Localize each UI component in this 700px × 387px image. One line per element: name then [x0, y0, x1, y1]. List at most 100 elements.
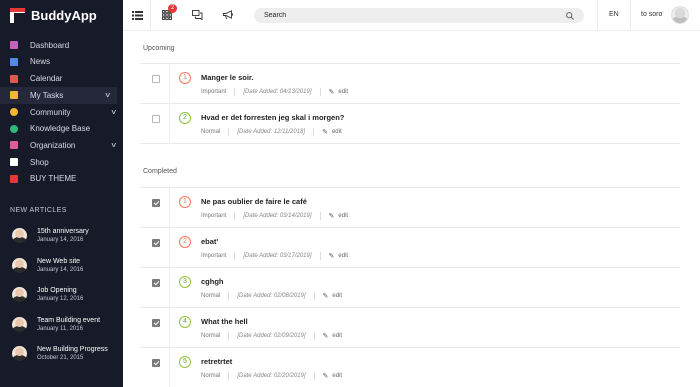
- chevron-down-icon[interactable]: v: [111, 142, 116, 149]
- pencil-icon: ✎: [328, 253, 335, 260]
- edit-link[interactable]: ✎ edit: [329, 212, 349, 220]
- task-checkbox[interactable]: [152, 359, 160, 367]
- task-title: Manger le soir.: [201, 73, 254, 82]
- edit-link[interactable]: ✎ edit: [329, 88, 349, 96]
- chevron-down-icon[interactable]: v: [105, 92, 110, 99]
- row-divider: [169, 348, 170, 387]
- task-row: 5 retretrtet Normal [Date Added: 02/20/2…: [140, 348, 680, 387]
- dashboard-icon: [10, 41, 18, 50]
- task-date: [Date Added: 02/09/2019]: [237, 333, 306, 339]
- menu-list-icon[interactable]: [131, 8, 143, 22]
- sidebar-item-knowledge-base[interactable]: Knowledge Base: [0, 120, 123, 137]
- meta-divider: [228, 332, 230, 340]
- meta-divider: [313, 292, 315, 300]
- task-priority: Normal: [201, 333, 221, 339]
- meta-divider: [234, 88, 236, 96]
- sidebar-item-dashboard[interactable]: Dashboard: [0, 37, 123, 54]
- article-item[interactable]: Job Opening January 12, 2016: [0, 280, 123, 310]
- meta-divider: [234, 212, 236, 220]
- row-divider: [169, 104, 170, 144]
- article-item[interactable]: New Building Progress October 21, 2015: [0, 339, 123, 369]
- meta-divider: [313, 372, 315, 380]
- search-box[interactable]: [254, 8, 584, 23]
- notification-badge: 2: [168, 4, 177, 13]
- task-checkbox[interactable]: [152, 279, 160, 287]
- user-name[interactable]: to soro: [641, 11, 662, 18]
- search-input[interactable]: [264, 12, 566, 19]
- task-number: 3: [179, 276, 191, 288]
- edit-link[interactable]: ✎ edit: [323, 332, 343, 340]
- avatar[interactable]: [671, 6, 689, 24]
- edit-link[interactable]: ✎ edit: [323, 292, 343, 300]
- new-articles-title: NEW ARTICLES: [10, 207, 67, 215]
- sidebar-item-community[interactable]: Community v: [0, 104, 123, 121]
- edit-label: edit: [332, 333, 343, 339]
- task-priority: Important: [201, 89, 227, 95]
- apps-grid-icon[interactable]: 2: [161, 4, 177, 22]
- pencil-icon: ✎: [322, 373, 329, 380]
- article-item[interactable]: 15th anniversary January 14, 2016: [0, 221, 123, 251]
- sidebar-item-buy-theme[interactable]: BUY THEME: [0, 171, 123, 188]
- knowledge-base-icon: [10, 124, 18, 133]
- article-title: Team Building event: [37, 316, 101, 324]
- article-title: Job Opening: [37, 287, 77, 295]
- edit-label: edit: [332, 373, 343, 379]
- edit-label: edit: [338, 253, 349, 259]
- task-title: Hvad er det forresten jeg skal i morgen?: [201, 113, 345, 122]
- language-selector[interactable]: EN: [609, 11, 619, 18]
- avatar: [12, 287, 27, 303]
- sidebar-item-organization[interactable]: Organization v: [0, 137, 123, 154]
- sidebar-item-news[interactable]: News: [0, 54, 123, 71]
- task-row: 1 Manger le soir. Important [Date Added:…: [140, 64, 680, 104]
- calendar-icon: [10, 74, 18, 83]
- edit-link[interactable]: ✎ edit: [329, 252, 349, 260]
- pencil-icon: ✎: [322, 293, 329, 300]
- task-checkbox[interactable]: [152, 319, 160, 327]
- sidebar-item-label: Shop: [30, 157, 49, 167]
- pencil-icon: ✎: [328, 89, 335, 96]
- community-icon: [10, 108, 18, 117]
- article-item[interactable]: Team Building event January 11, 2016: [0, 310, 123, 340]
- task-number: 4: [179, 316, 191, 328]
- article-date: October 21, 2015: [37, 355, 84, 362]
- meta-divider: [228, 292, 230, 300]
- task-checkbox[interactable]: [152, 199, 160, 207]
- sidebar-item-calendar[interactable]: Calendar: [0, 70, 123, 87]
- task-date: [Date Added: 04/13/2019]: [243, 89, 312, 95]
- task-meta: Normal [Date Added: 02/08/2019] ✎ edit: [201, 292, 342, 300]
- pencil-icon: ✎: [322, 129, 328, 136]
- sidebar-item-shop[interactable]: Shop: [0, 154, 123, 171]
- news-icon: [10, 57, 18, 66]
- meta-divider: [319, 212, 321, 220]
- sidebar-item-my-tasks[interactable]: My Tasks v: [0, 87, 117, 104]
- organization-icon: [10, 141, 18, 150]
- megaphone-icon[interactable]: [222, 8, 234, 22]
- chevron-down-icon[interactable]: v: [111, 109, 116, 116]
- chat-icon[interactable]: [191, 8, 203, 22]
- upcoming-title: Upcoming: [143, 45, 175, 52]
- edit-label: edit: [332, 293, 343, 299]
- task-title: ebat': [201, 237, 219, 246]
- brand-name: BuddyApp: [31, 8, 97, 23]
- brand[interactable]: BuddyApp: [0, 0, 123, 31]
- task-row: 2 Hvad er det forresten jeg skal i morge…: [140, 104, 680, 144]
- task-checkbox[interactable]: [152, 115, 160, 123]
- sidebar-item-label: Organization: [30, 140, 76, 150]
- edit-link[interactable]: ✎ edit: [322, 128, 342, 136]
- meta-divider: [313, 332, 315, 340]
- topbar: 2 EN to soro: [123, 0, 700, 31]
- meta-divider: [319, 88, 321, 96]
- meta-divider: [234, 252, 236, 260]
- edit-link[interactable]: ✎ edit: [323, 372, 343, 380]
- row-divider: [169, 188, 170, 228]
- cart-icon: [10, 174, 18, 183]
- article-item[interactable]: New Web site January 14, 2016: [0, 251, 123, 281]
- task-checkbox[interactable]: [152, 239, 160, 247]
- tasks-panel: Upcoming 1 Manger le soir. Important [Da…: [123, 31, 700, 387]
- task-date: [Date Added: 12/11/2018]: [237, 129, 306, 135]
- edit-label: edit: [338, 213, 349, 219]
- task-priority: Important: [201, 213, 227, 219]
- task-priority: Important: [201, 253, 227, 259]
- task-checkbox[interactable]: [152, 75, 160, 83]
- search-icon[interactable]: [566, 7, 574, 25]
